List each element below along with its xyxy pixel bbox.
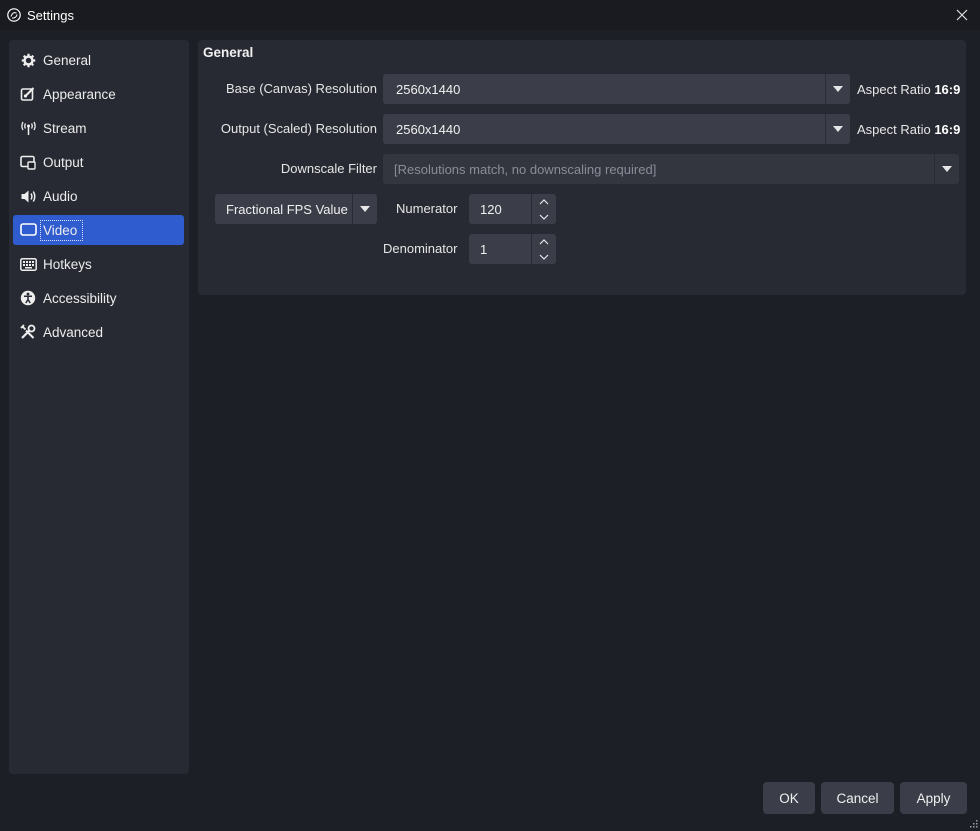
accessibility-icon <box>19 289 37 307</box>
chevron-down-icon[interactable] <box>352 194 377 224</box>
sidebar-item-label: General <box>43 52 92 68</box>
sidebar-item-label: Hotkeys <box>43 256 92 272</box>
sidebar-item-video[interactable]: Video <box>13 215 184 245</box>
chevron-up-icon[interactable] <box>531 234 556 249</box>
output-resolution-value: 2560x1440 <box>396 121 461 137</box>
sidebar-item-label: Video <box>39 219 84 241</box>
sidebar-item-label: Appearance <box>43 86 116 102</box>
sidebar-item-label: Advanced <box>43 324 104 340</box>
base-resolution-label: Base (Canvas) Resolution <box>225 81 377 96</box>
sidebar-item-label: Output <box>43 154 84 170</box>
output-resolution-label: Output (Scaled) Resolution <box>220 121 377 136</box>
numerator-spinbox[interactable]: 120 <box>469 194 556 224</box>
video-settings-panel: General Base (Canvas) Resolution 2560x14… <box>198 40 966 295</box>
aspect-ratio-value: 16:9 <box>934 82 961 97</box>
appearance-icon <box>19 85 37 103</box>
sidebar-item-stream[interactable]: Stream <box>13 113 184 143</box>
chevron-down-icon[interactable] <box>825 114 850 144</box>
section-title: General <box>203 45 254 60</box>
tools-icon <box>19 323 37 341</box>
ok-button[interactable]: OK <box>763 782 815 814</box>
sidebar-item-label: Accessibility <box>43 290 117 306</box>
monitor-icon <box>19 221 37 239</box>
gear-icon <box>19 51 37 69</box>
obs-logo-icon <box>7 8 21 22</box>
chevron-down-icon[interactable] <box>531 209 556 224</box>
keyboard-icon <box>19 255 37 273</box>
cancel-button[interactable]: Cancel <box>821 782 894 814</box>
title-bar: Settings <box>0 0 980 30</box>
sidebar-item-audio[interactable]: Audio <box>13 181 184 211</box>
base-resolution-combo[interactable]: 2560x1440 <box>383 74 850 104</box>
chevron-up-icon[interactable] <box>531 194 556 209</box>
base-resolution-value: 2560x1440 <box>396 81 461 97</box>
speaker-icon <box>19 187 37 205</box>
sidebar-item-label: Stream <box>43 120 87 136</box>
output-aspect-ratio: Aspect Ratio 16:9 <box>857 122 960 137</box>
chevron-down-icon[interactable] <box>825 74 850 104</box>
close-icon[interactable] <box>952 5 972 25</box>
apply-button[interactable]: Apply <box>900 782 967 814</box>
denominator-value: 1 <box>480 242 488 257</box>
fps-type-value: Fractional FPS Value <box>226 201 348 217</box>
sidebar-item-hotkeys[interactable]: Hotkeys <box>13 249 184 279</box>
fps-type-combo[interactable]: Fractional FPS Value <box>215 194 377 224</box>
output-icon <box>19 153 37 171</box>
sidebar-item-appearance[interactable]: Appearance <box>13 79 184 109</box>
aspect-ratio-label: Aspect Ratio <box>857 122 931 137</box>
aspect-ratio-label: Aspect Ratio <box>857 82 931 97</box>
sidebar-item-accessibility[interactable]: Accessibility <box>13 283 184 313</box>
denominator-label: Denominator <box>383 241 458 256</box>
downscale-filter-label: Downscale Filter <box>280 161 377 176</box>
downscale-filter-value: [Resolutions match, no downscaling requi… <box>394 161 657 177</box>
numerator-label: Numerator <box>396 201 458 216</box>
denominator-spinbox[interactable]: 1 <box>469 234 556 264</box>
chevron-down-icon[interactable] <box>934 154 959 184</box>
output-resolution-combo[interactable]: 2560x1440 <box>383 114 850 144</box>
resize-grip-icon[interactable] <box>968 816 978 828</box>
downscale-filter-combo[interactable]: [Resolutions match, no downscaling requi… <box>383 154 959 184</box>
base-aspect-ratio: Aspect Ratio 16:9 <box>857 82 960 97</box>
chevron-down-icon[interactable] <box>531 249 556 264</box>
numerator-value: 120 <box>480 202 502 217</box>
sidebar-item-advanced[interactable]: Advanced <box>13 317 184 347</box>
window-title: Settings <box>27 7 74 23</box>
sidebar-item-general[interactable]: General <box>13 45 184 75</box>
sidebar-item-output[interactable]: Output <box>13 147 184 177</box>
aspect-ratio-value: 16:9 <box>934 122 961 137</box>
sidebar-item-label: Audio <box>43 188 78 204</box>
antenna-icon <box>19 119 37 137</box>
settings-sidebar: General Appearance Stream Output Audio V… <box>9 40 189 774</box>
